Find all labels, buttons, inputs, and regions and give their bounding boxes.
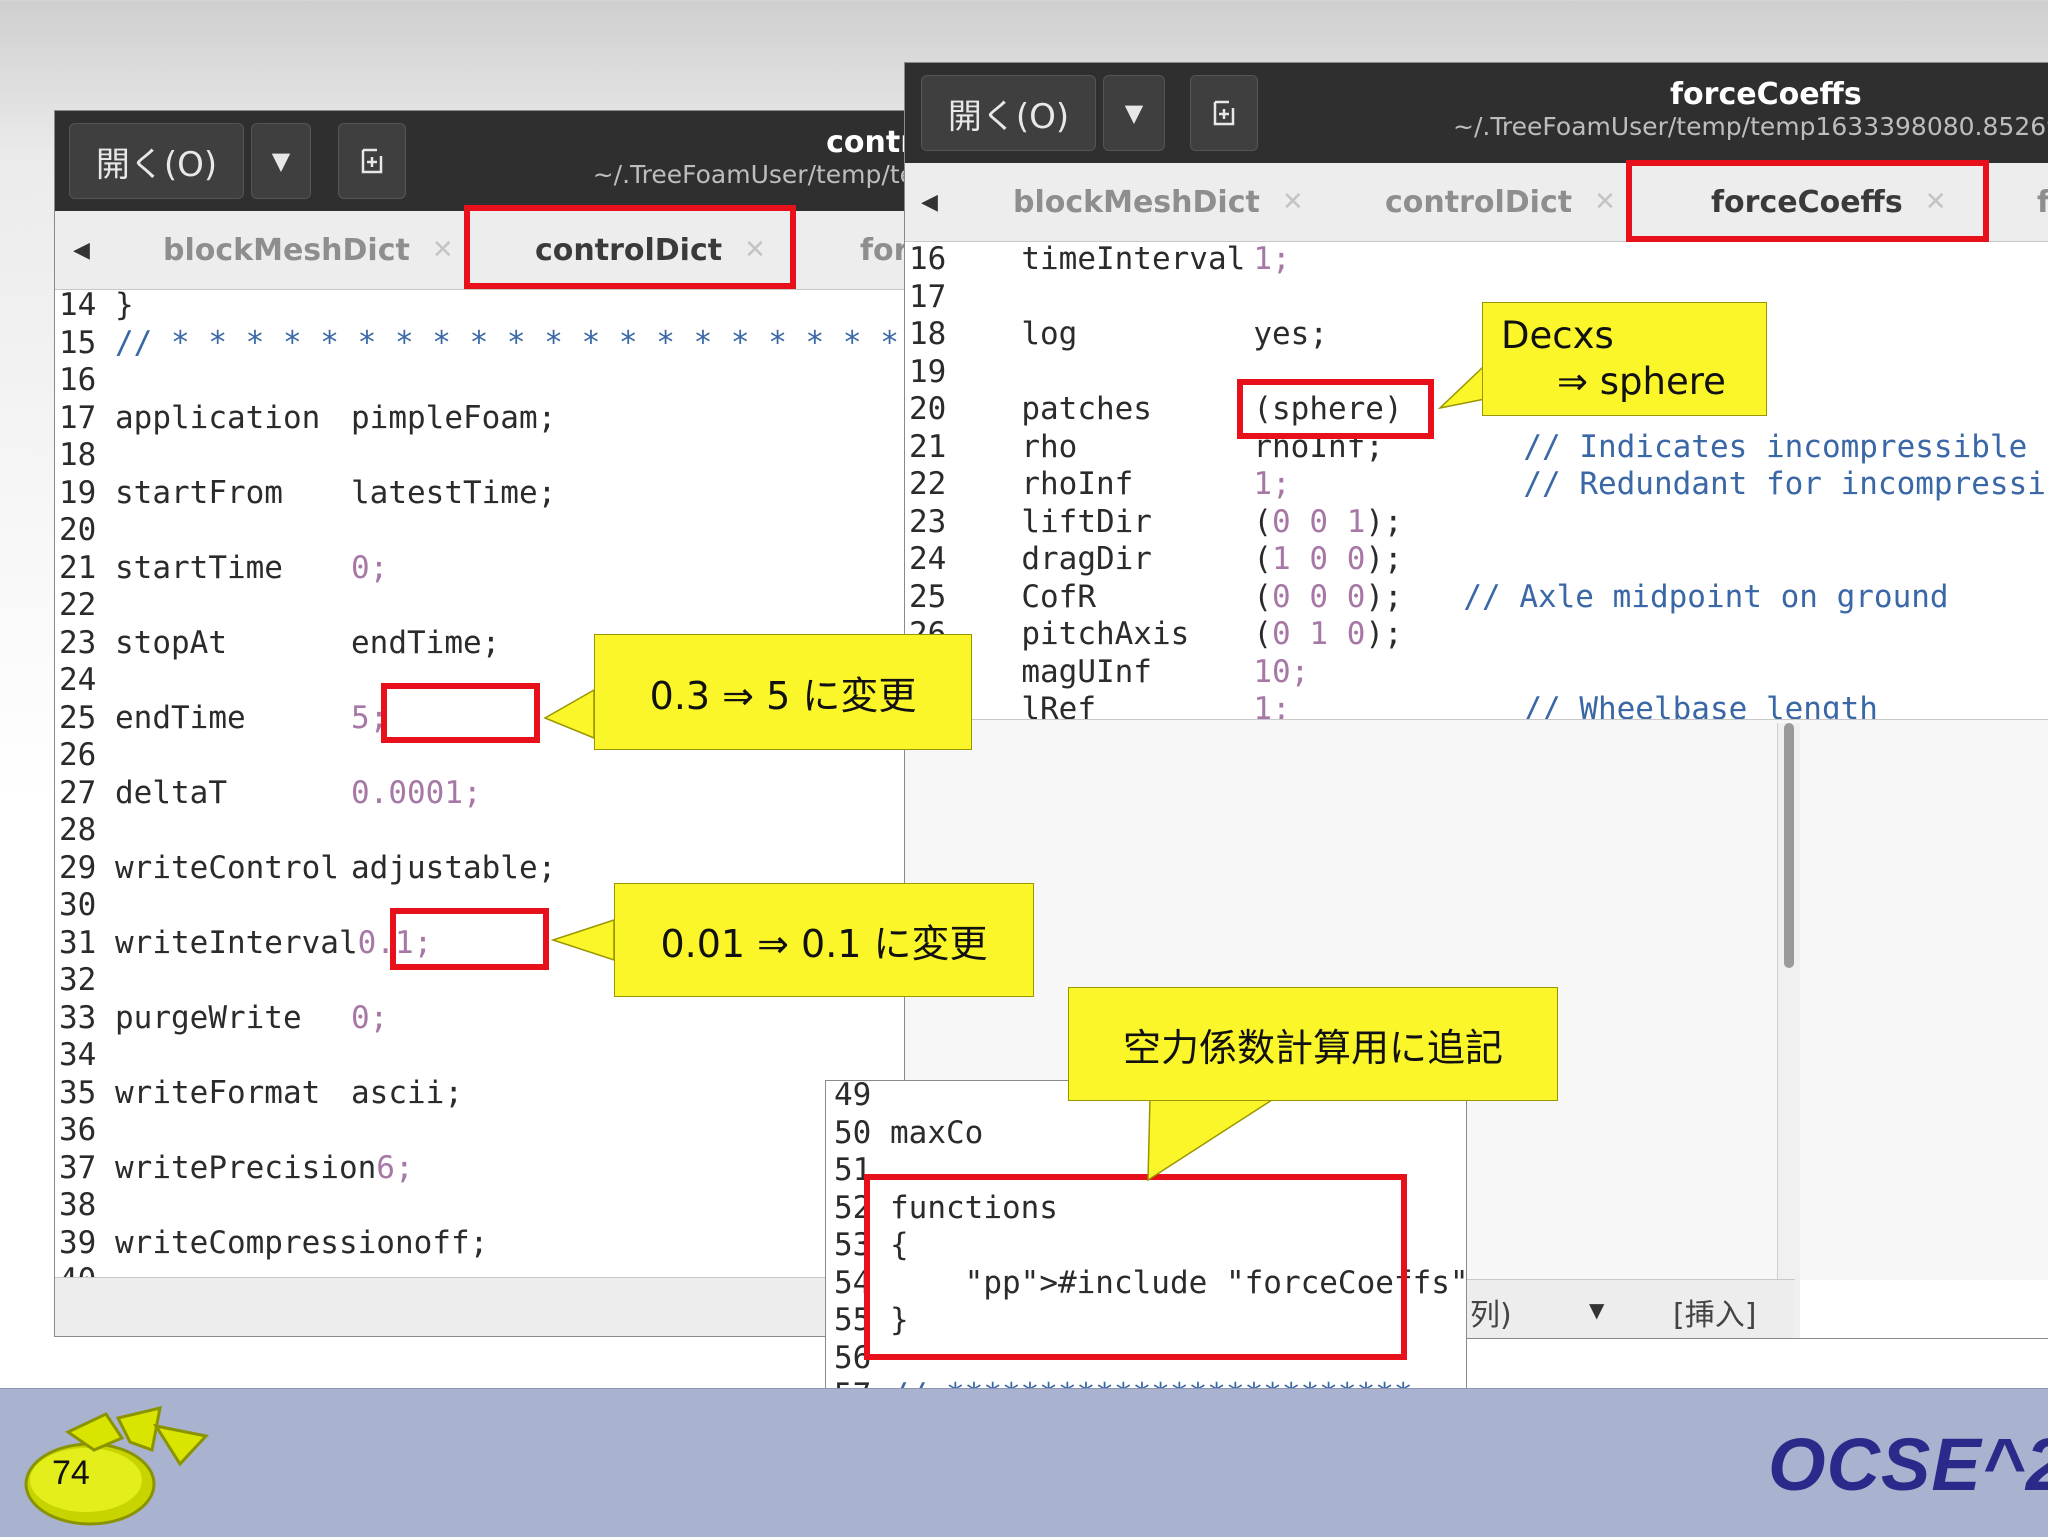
pointer-functions bbox=[1147, 1097, 1278, 1182]
slide-footer bbox=[0, 1388, 2048, 1537]
callout-writeinterval: 0.01 ⇒ 0.1 に変更 bbox=[614, 883, 1034, 997]
page-number: 74 bbox=[52, 1454, 90, 1492]
callout-functions-text: 空力係数計算用に追記 bbox=[1122, 1025, 1503, 1070]
callout-writeinterval-text: 0.01 ⇒ 0.1 に変更 bbox=[660, 921, 988, 966]
brand-logo-text: OCSE^2 bbox=[1768, 1423, 2048, 1506]
callout-endtime: 0.3 ⇒ 5 に変更 bbox=[594, 634, 972, 750]
callout-patches-line1: Decxs bbox=[1501, 314, 1614, 357]
pointer-endtime bbox=[543, 688, 595, 740]
callout-functions: 空力係数計算用に追記 bbox=[1068, 987, 1558, 1101]
callout-endtime-text: 0.3 ⇒ 5 に変更 bbox=[649, 673, 917, 718]
ocse-logo-icon bbox=[24, 1406, 209, 1526]
callout-pointers bbox=[543, 367, 1522, 1182]
pointer-writeinterval bbox=[550, 918, 615, 962]
callout-patches: Decxs ⇒ sphere bbox=[1482, 302, 1767, 416]
callout-patches-line2: ⇒ sphere bbox=[1557, 360, 1726, 403]
